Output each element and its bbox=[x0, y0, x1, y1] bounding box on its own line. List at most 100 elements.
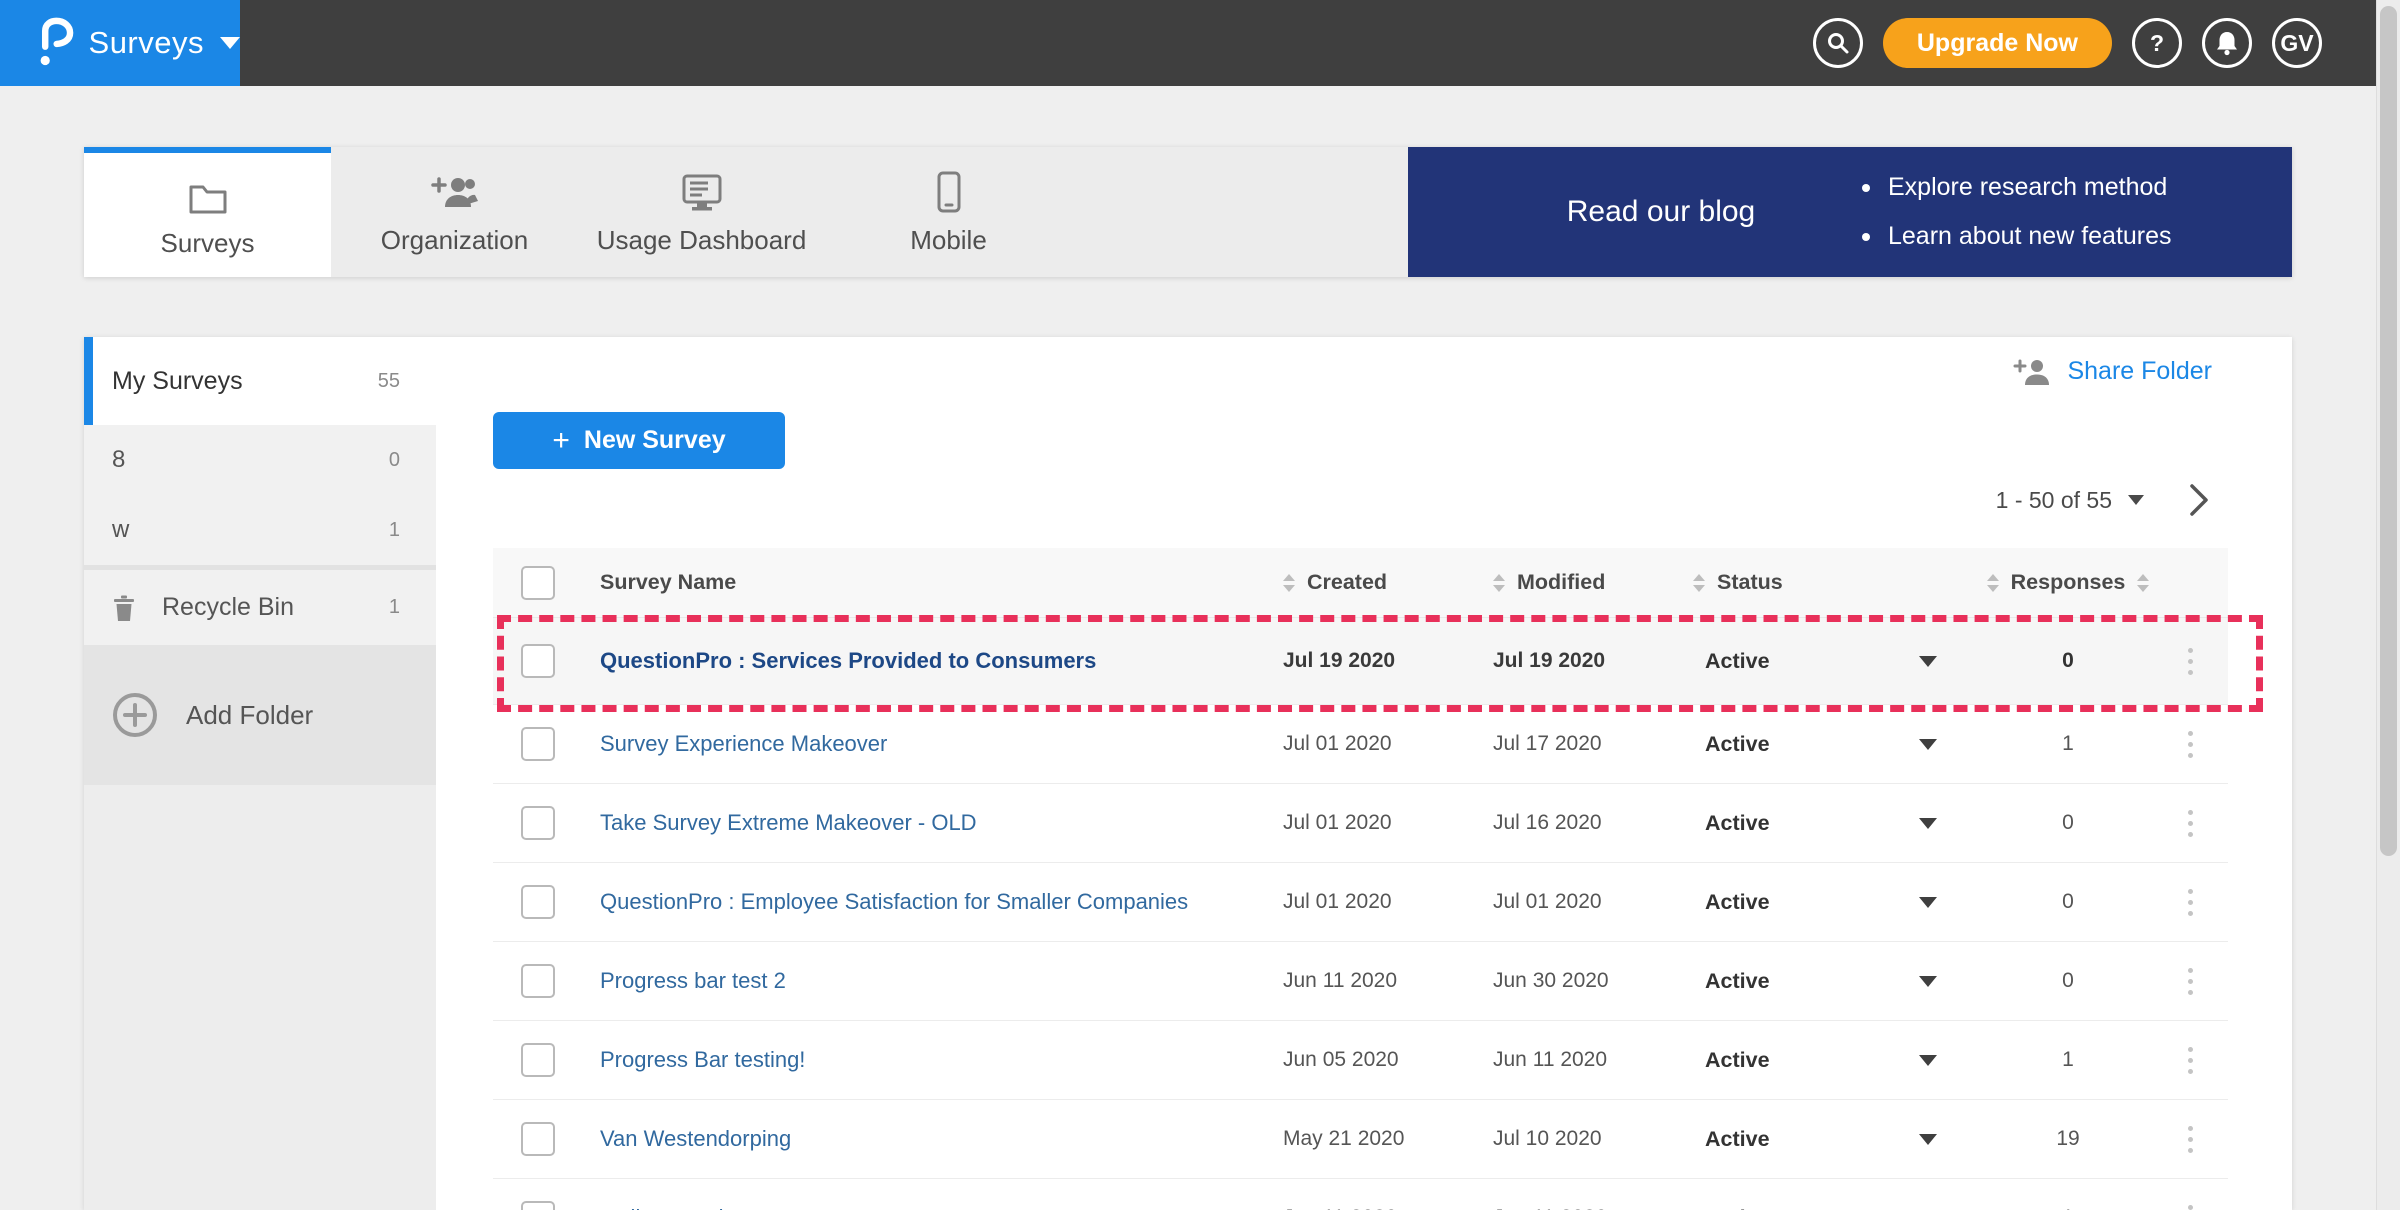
next-page-button[interactable] bbox=[2188, 483, 2210, 517]
sort-icon bbox=[2137, 574, 2149, 592]
row-menu-button[interactable] bbox=[2182, 1120, 2199, 1159]
status-dropdown[interactable]: Active bbox=[1693, 969, 1983, 994]
tab-organization[interactable]: Organization bbox=[331, 147, 578, 277]
add-folder-button[interactable]: Add Folder bbox=[84, 645, 436, 785]
status-label: Active bbox=[1705, 649, 1770, 674]
column-header-modified[interactable]: Modified bbox=[1493, 570, 1693, 595]
tab-usage-dashboard[interactable]: Usage Dashboard bbox=[578, 147, 825, 277]
user-avatar[interactable]: GV bbox=[2272, 18, 2322, 68]
table-row[interactable]: Take Survey Extreme Makeover - OLDJul 01… bbox=[493, 783, 2228, 862]
row-menu-cell bbox=[2153, 1041, 2228, 1080]
sidebar-item-folder-8[interactable]: 8 0 bbox=[84, 425, 436, 495]
row-checkbox[interactable] bbox=[521, 644, 555, 678]
banner-title[interactable]: Read our blog bbox=[1496, 195, 1826, 229]
tab-label: Surveys bbox=[161, 228, 255, 259]
dashboard-icon bbox=[680, 169, 724, 213]
banner-bullet-list: Explore research method Learn about new … bbox=[1862, 173, 2172, 251]
survey-name-link[interactable]: QuestionPro : Services Provided to Consu… bbox=[600, 648, 1096, 673]
survey-name-link[interactable]: Progress Bar testing! bbox=[600, 1047, 805, 1072]
row-checkbox[interactable] bbox=[521, 1043, 555, 1077]
status-dropdown[interactable]: Active bbox=[1693, 649, 1983, 674]
survey-name-link[interactable]: Progress bar test 2 bbox=[600, 968, 786, 993]
created-cell: May 21 2020 bbox=[1283, 1127, 1493, 1151]
table-row[interactable]: Progress Bar testing!Jun 05 2020Jun 11 2… bbox=[493, 1020, 2228, 1099]
kebab-dot bbox=[2188, 889, 2193, 894]
sidebar-item-my-surveys[interactable]: My Surveys 55 bbox=[84, 337, 436, 425]
survey-name-link[interactable]: Survey Experience Makeover bbox=[600, 731, 887, 756]
column-header-survey-name[interactable]: Survey Name bbox=[583, 570, 1283, 595]
kebab-dot bbox=[2188, 659, 2193, 664]
column-label: Responses bbox=[2011, 570, 2126, 595]
row-checkbox[interactable] bbox=[521, 806, 555, 840]
row-checkbox[interactable] bbox=[521, 1122, 555, 1156]
row-menu-button[interactable] bbox=[2182, 725, 2199, 764]
tab-surveys[interactable]: Surveys bbox=[84, 147, 331, 277]
status-dropdown[interactable]: Active bbox=[1693, 811, 1983, 836]
upgrade-now-button[interactable]: Upgrade Now bbox=[1883, 18, 2112, 68]
survey-name-cell: Progress Bar testing! bbox=[583, 1047, 1283, 1073]
question-mark-icon: ? bbox=[2150, 30, 2164, 57]
search-button[interactable] bbox=[1813, 18, 1863, 68]
table-row[interactable]: Progress bar test 2Jun 11 2020Jun 30 202… bbox=[493, 941, 2228, 1020]
survey-name-link[interactable]: mail test tool bbox=[600, 1205, 724, 1210]
row-menu-cell bbox=[2153, 962, 2228, 1001]
status-dropdown[interactable]: Active bbox=[1693, 890, 1983, 915]
survey-name-link[interactable]: Van Westendorping bbox=[600, 1126, 791, 1151]
select-all-checkbox[interactable] bbox=[521, 566, 555, 600]
new-survey-button[interactable]: + New Survey bbox=[493, 412, 785, 469]
row-checkbox[interactable] bbox=[521, 727, 555, 761]
status-dropdown[interactable]: Active bbox=[1693, 732, 1983, 757]
page-scrollbar-thumb[interactable] bbox=[2380, 6, 2397, 856]
row-checkbox[interactable] bbox=[521, 885, 555, 919]
row-checkbox[interactable] bbox=[521, 964, 555, 998]
product-switcher[interactable]: Surveys bbox=[0, 0, 240, 86]
column-header-created[interactable]: Created bbox=[1283, 570, 1493, 595]
table-row[interactable]: Van WestendorpingMay 21 2020Jul 10 2020A… bbox=[493, 1099, 2228, 1178]
kebab-dot bbox=[2188, 1205, 2193, 1210]
table-row[interactable]: mail test toolJun 11 2020Jun 11 2020Acti… bbox=[493, 1178, 2228, 1210]
blog-banner[interactable]: Read our blog Explore research method Le… bbox=[1408, 147, 2292, 277]
responses-cell: 0 bbox=[1983, 811, 2153, 835]
row-checkbox[interactable] bbox=[521, 1201, 555, 1210]
person-add-icon bbox=[2013, 358, 2051, 386]
row-menu-cell bbox=[2153, 725, 2228, 764]
avatar-initials: GV bbox=[2280, 30, 2313, 57]
caret-down-icon bbox=[1919, 1055, 1937, 1066]
kebab-dot bbox=[2188, 810, 2193, 815]
tab-mobile[interactable]: Mobile bbox=[825, 147, 1072, 277]
created-cell: Jun 05 2020 bbox=[1283, 1048, 1493, 1072]
page-range-dropdown[interactable]: 1 - 50 of 55 bbox=[1996, 487, 2144, 514]
status-dropdown[interactable]: Active bbox=[1693, 1048, 1983, 1073]
row-menu-button[interactable] bbox=[2182, 1199, 2199, 1210]
status-dropdown[interactable]: Active bbox=[1693, 1127, 1983, 1152]
table-row[interactable]: QuestionPro : Services Provided to Consu… bbox=[493, 618, 2228, 704]
modified-cell: Jun 11 2020 bbox=[1493, 1206, 1693, 1210]
column-header-responses[interactable]: Responses bbox=[1983, 570, 2153, 595]
row-menu-button[interactable] bbox=[2182, 1041, 2199, 1080]
row-menu-button[interactable] bbox=[2182, 962, 2199, 1001]
row-menu-cell bbox=[2153, 642, 2228, 681]
sidebar-item-folder-w[interactable]: w 1 bbox=[84, 495, 436, 565]
kebab-dot bbox=[2188, 753, 2193, 758]
share-folder-label: Share Folder bbox=[2067, 357, 2212, 386]
page-scrollbar[interactable] bbox=[2376, 0, 2400, 1210]
folder-count: 0 bbox=[389, 449, 400, 472]
survey-name-link[interactable]: QuestionPro : Employee Satisfaction for … bbox=[600, 889, 1188, 914]
table-row[interactable]: QuestionPro : Employee Satisfaction for … bbox=[493, 862, 2228, 941]
row-menu-button[interactable] bbox=[2182, 804, 2199, 843]
tab-label: Mobile bbox=[910, 225, 987, 256]
folder-label: My Surveys bbox=[112, 367, 243, 396]
sidebar-item-recycle-bin[interactable]: Recycle Bin 1 bbox=[84, 565, 436, 645]
survey-name-link[interactable]: Take Survey Extreme Makeover - OLD bbox=[600, 810, 977, 835]
sort-icon bbox=[1987, 574, 1999, 592]
row-menu-button[interactable] bbox=[2182, 883, 2199, 922]
share-folder-button[interactable]: Share Folder bbox=[2013, 357, 2212, 386]
status-dropdown[interactable]: Active bbox=[1693, 1206, 1983, 1210]
kebab-dot bbox=[2188, 1148, 2193, 1153]
row-menu-button[interactable] bbox=[2182, 642, 2199, 681]
help-button[interactable]: ? bbox=[2132, 18, 2182, 68]
notifications-button[interactable] bbox=[2202, 18, 2252, 68]
column-header-status[interactable]: Status bbox=[1693, 570, 1983, 595]
folders-sidebar: My Surveys 55 8 0 w 1 Recycle Bin 1 bbox=[84, 337, 436, 1210]
table-row[interactable]: Survey Experience MakeoverJul 01 2020Jul… bbox=[493, 704, 2228, 783]
